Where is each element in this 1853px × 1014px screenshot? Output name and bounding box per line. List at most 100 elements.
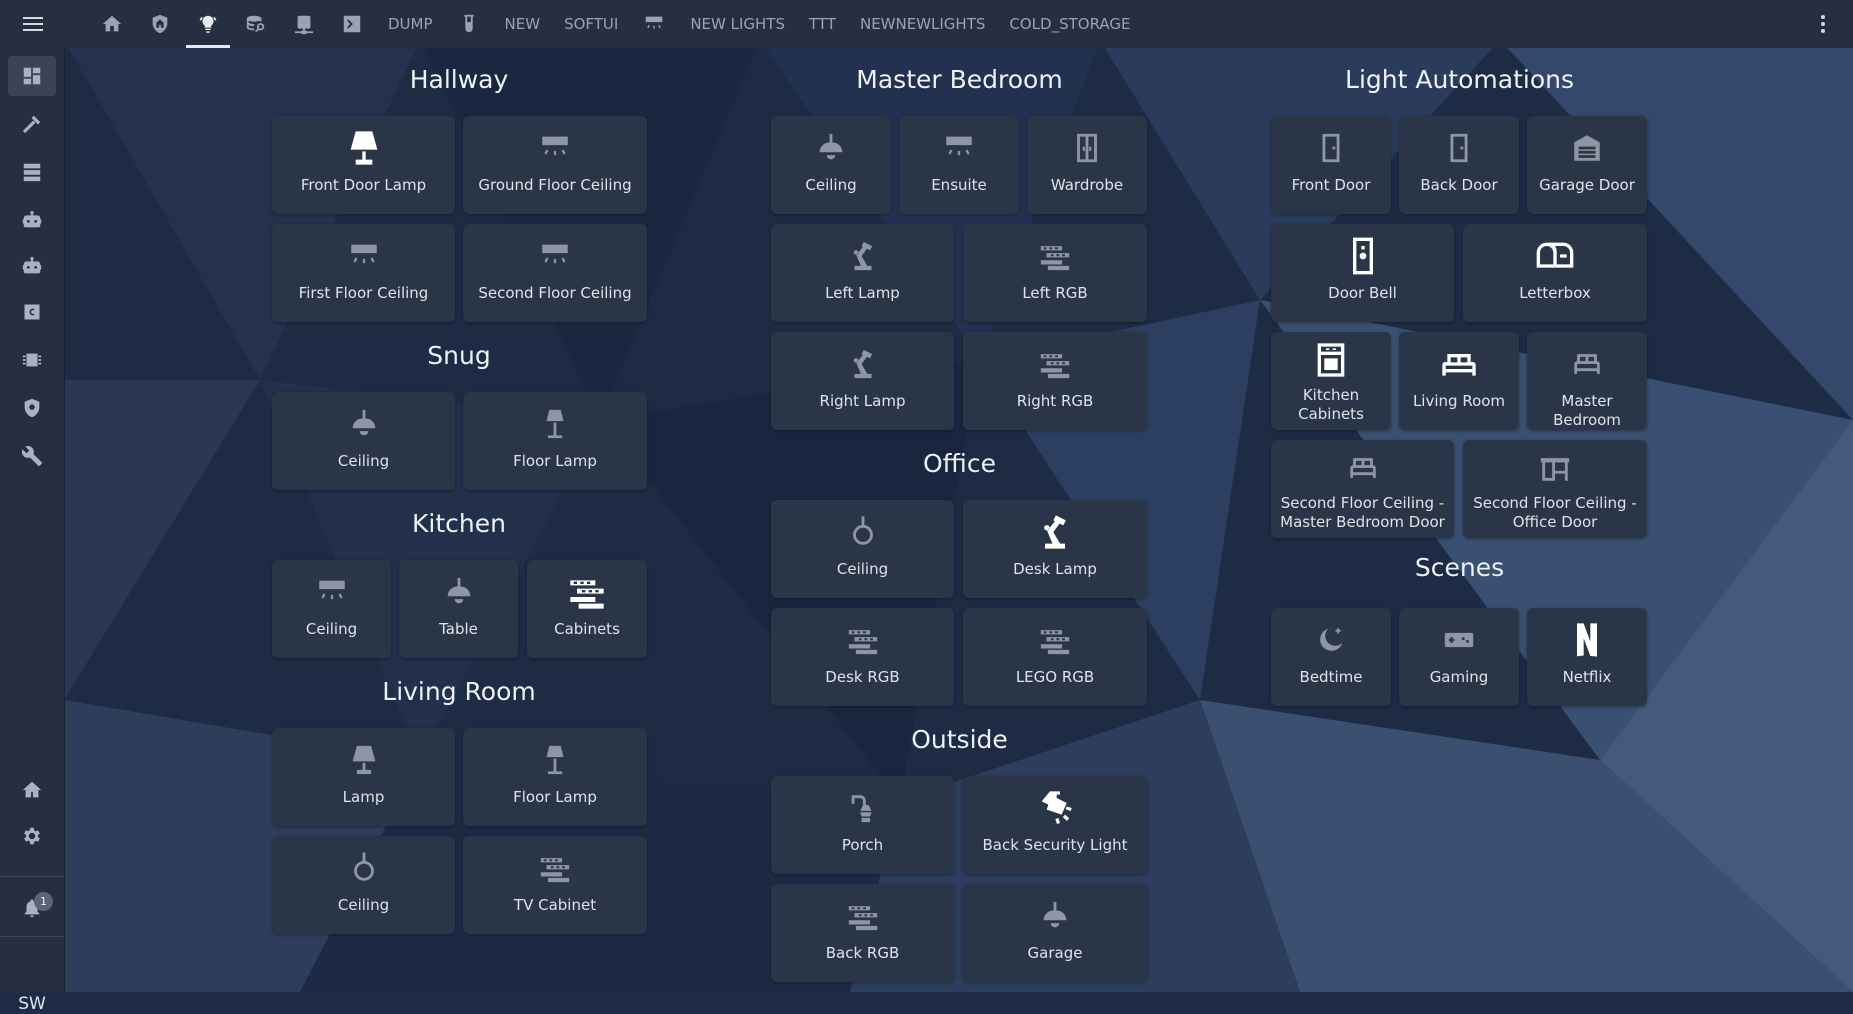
card-living-room-tv-cabinet[interactable]: TV Cabinet (463, 836, 647, 934)
tab-new-lights[interactable]: NEW LIGHTS (678, 0, 797, 48)
wardrobe-icon (1077, 133, 1097, 163)
tab-label: SOFTUI (564, 15, 619, 33)
card-outside-porch[interactable]: Porch (771, 776, 954, 874)
more-options-button[interactable] (1817, 12, 1829, 36)
tab-ttt[interactable]: TTT (797, 0, 848, 48)
card-snug-ceiling[interactable]: Ceiling (272, 392, 455, 490)
card-light-automations-letterbox[interactable]: Letterbox (1463, 224, 1647, 322)
card-light-automations-second-floor-ceiling-master-bedroom-door[interactable]: Second Floor Ceiling - Master Bedroom Do… (1271, 440, 1454, 538)
tab-database-search[interactable] (232, 0, 280, 48)
card-snug-floor-lamp[interactable]: Floor Lamp (463, 392, 647, 490)
menu-button[interactable] (16, 12, 50, 36)
card-light-automations-master-bedroom[interactable]: Master Bedroom (1527, 332, 1647, 430)
card-scenes-gaming[interactable]: Gaming (1399, 608, 1519, 706)
tab-dump[interactable]: DUMP (376, 0, 445, 48)
sidebar-item-code[interactable] (8, 292, 56, 332)
tab-new[interactable]: NEW (493, 0, 553, 48)
tab-home[interactable] (88, 0, 136, 48)
tab-lightbulb-group[interactable] (184, 0, 232, 48)
card-master-bedroom-wardrobe[interactable]: Wardrobe (1027, 116, 1147, 214)
wrench-icon (21, 446, 43, 467)
card-scenes-netflix[interactable]: Netflix (1527, 608, 1647, 706)
sidebar-item-security[interactable] (8, 388, 56, 428)
sidebar-item-chip[interactable] (8, 340, 56, 380)
card-label: LEGO RGB (1015, 668, 1095, 686)
card-label: Front Door Lamp (300, 176, 427, 194)
door-icon (1450, 133, 1468, 163)
tab-softui[interactable]: SOFTUI (552, 0, 630, 48)
card-light-automations-door-bell[interactable]: Door Bell (1271, 224, 1454, 322)
sidebar-item-overview[interactable] (8, 56, 56, 96)
tab-cold-storage[interactable]: COLD_STORAGE (997, 0, 1142, 48)
tab-label: NEWNEWLIGHTS (859, 15, 986, 33)
card-master-bedroom-right-lamp[interactable]: Right Lamp (771, 332, 954, 430)
sidebar-item-tools[interactable] (8, 104, 56, 144)
card-light-automations-second-floor-ceiling-office-door[interactable]: Second Floor Ceiling - Office Door (1463, 440, 1647, 538)
card-living-room-lamp[interactable]: Lamp (272, 728, 455, 826)
mailbox-icon (1536, 242, 1574, 268)
card-outside-back-rgb[interactable]: Back RGB (771, 884, 954, 982)
card-scenes-bedtime[interactable]: Bedtime (1271, 608, 1391, 706)
sidebar-item-robot-2[interactable] (8, 246, 56, 286)
card-living-room-floor-lamp[interactable]: Floor Lamp (463, 728, 647, 826)
robot-icon (22, 210, 42, 228)
card-office-ceiling[interactable]: Ceiling (771, 500, 954, 598)
card-outside-garage[interactable]: Garage (963, 884, 1147, 982)
card-light-automations-kitchen-cabinets[interactable]: Kitchen Cabinets (1271, 332, 1391, 430)
card-label: Back RGB (825, 944, 900, 962)
sidebar-item-notifications[interactable]: 1 (8, 888, 56, 928)
card-master-bedroom-ensuite[interactable]: Ensuite (899, 116, 1019, 214)
netflix-icon (1577, 623, 1597, 657)
ceiling-round-icon (353, 852, 374, 881)
tab-newnewlights[interactable]: NEWNEWLIGHTS (848, 0, 997, 48)
card-light-automations-living-room[interactable]: Living Room (1399, 332, 1519, 430)
tab-label: DUMP (388, 15, 433, 33)
database-search-icon (246, 15, 265, 33)
led-strip-icon (1040, 354, 1070, 379)
card-master-bedroom-ceiling[interactable]: Ceiling (771, 116, 891, 214)
card-light-automations-garage-door[interactable]: Garage Door (1527, 116, 1647, 214)
sidebar-item-logbook[interactable] (8, 152, 56, 192)
card-label: Floor Lamp (513, 788, 597, 806)
card-kitchen-table[interactable]: Table (399, 560, 518, 658)
user-avatar[interactable]: SW (0, 994, 64, 1014)
card-hallway-first-floor-ceiling[interactable]: First Floor Ceiling (272, 224, 455, 322)
tab-shield-home[interactable] (136, 0, 184, 48)
sidebar-item-settings[interactable] (8, 816, 56, 856)
card-light-automations-front-door[interactable]: Front Door (1271, 116, 1391, 214)
sidebar-item-home-settings[interactable] (8, 770, 56, 810)
card-hallway-front-door-lamp[interactable]: Front Door Lamp (272, 116, 455, 214)
card-light-automations-back-door[interactable]: Back Door (1399, 116, 1519, 214)
tab-ceiling-light[interactable] (630, 0, 678, 48)
card-label: Netflix (1562, 668, 1612, 686)
pendant-light-icon (819, 133, 843, 160)
sidebar: 1 SW (0, 48, 65, 1014)
outdoor-lamp-icon (851, 795, 871, 823)
ceiling-light-icon (946, 136, 972, 156)
tab-console[interactable] (328, 0, 376, 48)
card-living-room-ceiling[interactable]: Ceiling (272, 836, 455, 934)
tab-network[interactable] (280, 0, 328, 48)
card-kitchen-ceiling[interactable]: Ceiling (272, 560, 391, 658)
card-master-bedroom-left-rgb[interactable]: Left RGB (963, 224, 1147, 322)
card-office-desk-lamp[interactable]: Desk Lamp (963, 500, 1147, 598)
card-outside-back-security-light[interactable]: Back Security Light (963, 776, 1147, 874)
card-label: Ceiling (836, 560, 889, 578)
card-hallway-ground-floor-ceiling[interactable]: Ground Floor Ceiling (463, 116, 647, 214)
doorbell-icon (1352, 237, 1373, 275)
sidebar-item-robot[interactable] (8, 200, 56, 240)
sofa-icon (1442, 354, 1476, 376)
section-title-kitchen: Kitchen (412, 509, 506, 538)
card-office-desk-rgb[interactable]: Desk RGB (771, 608, 954, 706)
card-label: Left RGB (1022, 284, 1088, 302)
card-master-bedroom-left-lamp[interactable]: Left Lamp (771, 224, 954, 322)
tab-test-tube[interactable] (445, 0, 493, 48)
card-hallway-second-floor-ceiling[interactable]: Second Floor Ceiling (463, 224, 647, 322)
card-office-lego-rgb[interactable]: LEGO RGB (963, 608, 1147, 706)
sidebar-item-developer-tools[interactable] (8, 436, 56, 476)
ceiling-light-icon (542, 244, 568, 264)
card-kitchen-cabinets[interactable]: Cabinets (527, 560, 647, 658)
card-master-bedroom-right-rgb[interactable]: Right RGB (963, 332, 1147, 430)
card-label: Porch (841, 836, 884, 854)
ceiling-light-icon (318, 580, 345, 600)
